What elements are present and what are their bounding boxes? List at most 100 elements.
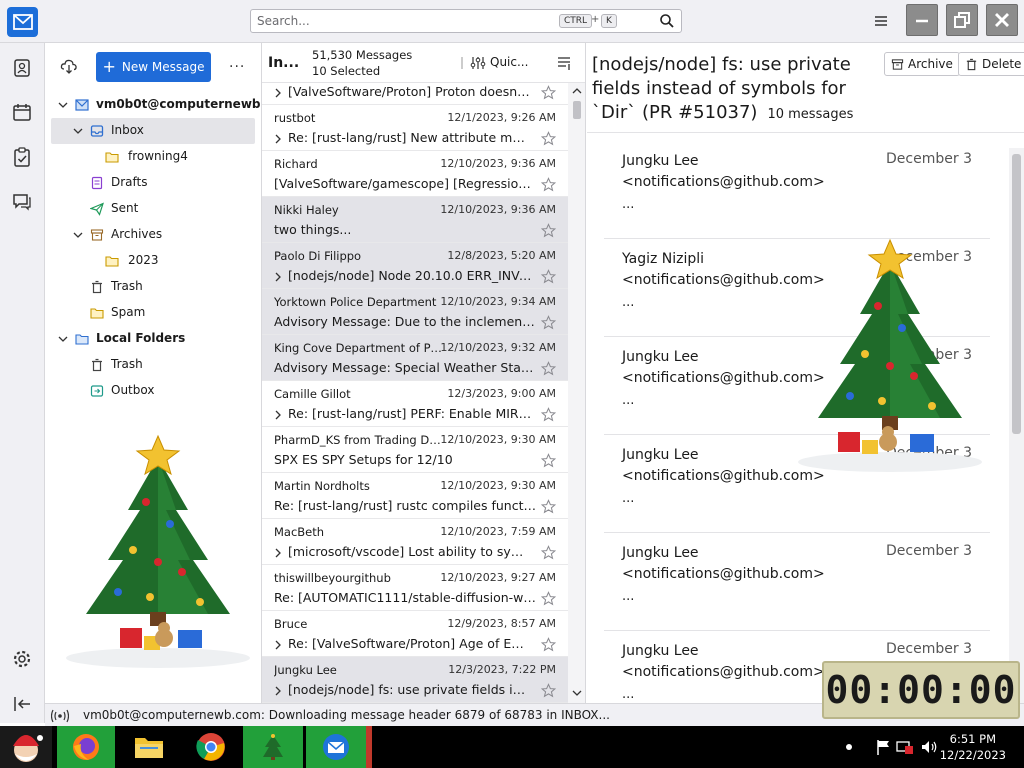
star-icon[interactable] <box>541 361 556 376</box>
chevron-right-icon[interactable] <box>274 686 282 696</box>
countdown-timer-widget[interactable]: 00:00:00 <box>822 661 1020 719</box>
chevron-right-icon[interactable] <box>274 88 282 98</box>
thread-row[interactable]: PharmD_KS from Trading Dog... 12/10/2023,… <box>262 427 568 473</box>
address-book-icon[interactable] <box>11 57 33 79</box>
taskbar-chrome[interactable] <box>190 726 232 768</box>
folder-drafts[interactable]: Drafts <box>51 170 255 196</box>
collapse-sidebar-icon[interactable] <box>11 693 33 715</box>
online-status-icon[interactable] <box>51 709 69 723</box>
close-button[interactable] <box>986 4 1018 36</box>
star-icon[interactable] <box>541 545 556 560</box>
folder-pane-more-button[interactable]: ... <box>229 55 245 71</box>
folder-sent[interactable]: Sent <box>51 196 255 222</box>
star-icon[interactable] <box>541 453 556 468</box>
chevron-right-icon[interactable] <box>274 640 282 650</box>
get-messages-icon[interactable] <box>60 57 78 75</box>
chevron-right-icon[interactable] <box>274 548 282 558</box>
trash-icon <box>92 358 102 372</box>
thread-row[interactable]: Nikki Haley 12/10/2023, 9:36 AM two things… <box>262 197 568 243</box>
chevron-down-icon[interactable] <box>73 230 83 240</box>
network-tray-icon[interactable] <box>895 738 915 756</box>
tasks-icon[interactable] <box>11 146 33 168</box>
quick-filter-icon[interactable] <box>470 55 486 71</box>
quick-filter-button[interactable]: Quic... <box>490 55 528 69</box>
folder-icon <box>105 256 119 267</box>
app-menu-icon[interactable] <box>872 12 890 30</box>
star-icon[interactable] <box>541 637 556 652</box>
restore-button[interactable] <box>946 4 978 36</box>
thread-row[interactable]: MacBeth 12/10/2023, 7:59 AM [microsoft/vsc… <box>262 519 568 565</box>
star-icon[interactable] <box>541 85 556 100</box>
star-icon[interactable] <box>541 683 556 698</box>
mail-app-icon[interactable] <box>7 7 38 37</box>
scroll-down-icon[interactable] <box>572 689 582 697</box>
notification-dot-icon[interactable] <box>845 743 853 751</box>
message-scrollbar[interactable] <box>1009 148 1024 703</box>
start-button[interactable] <box>0 726 52 768</box>
taskbar-firefox[interactable] <box>57 726 115 768</box>
folder-local-trash[interactable]: Trash <box>51 352 255 378</box>
star-icon[interactable] <box>541 269 556 284</box>
message-card[interactable]: Jungku Lee <notifications@github.com> Dece… <box>604 533 990 631</box>
thread-scrollbar[interactable] <box>568 83 585 703</box>
taskbar-thunderbird[interactable] <box>306 726 366 768</box>
chevron-down-icon[interactable] <box>58 100 68 110</box>
thread-row[interactable]: Bruce 12/9/2023, 8:57 AM Re: [ValveSoftwar… <box>262 611 568 657</box>
row-subject: Re: [rust-lang/rust] rustc compiles func… <box>274 498 536 513</box>
folder-frowning4[interactable]: frowning4 <box>51 144 255 170</box>
chat-icon[interactable] <box>11 190 33 212</box>
thread-row[interactable]: Martin Nordholts 12/10/2023, 9:30 AM Re: [… <box>262 473 568 519</box>
folder-outbox[interactable]: Outbox <box>51 378 255 404</box>
chevron-right-icon[interactable] <box>274 410 282 420</box>
folder-trash[interactable]: Trash <box>51 274 255 300</box>
star-icon[interactable] <box>541 407 556 422</box>
minimize-button[interactable] <box>906 4 938 36</box>
selected-count: 10 Selected <box>312 64 381 78</box>
taskbar-tree-app[interactable] <box>243 726 303 768</box>
chevron-right-icon[interactable] <box>274 272 282 282</box>
settings-gear-icon[interactable] <box>11 648 33 670</box>
thread-row[interactable]: King Cove Department of Publ... 12/10/202… <box>262 335 568 381</box>
calendar-icon[interactable] <box>11 101 33 123</box>
thread-row[interactable]: Camille Gillot 12/3/2023, 9:00 AM Re: [rus… <box>262 381 568 427</box>
system-clock[interactable]: 6:51 PM 12/22/2023 <box>940 731 1006 763</box>
new-message-button[interactable]: + New Message <box>96 52 211 82</box>
taskbar-file-explorer[interactable] <box>130 726 168 768</box>
local-folders-row[interactable]: Local Folders <box>51 326 255 352</box>
thread-row[interactable]: [ValveSoftware/Proton] Proton doesn't w.… <box>262 79 568 105</box>
star-icon[interactable] <box>541 131 556 146</box>
search-icon[interactable] <box>659 13 675 29</box>
message-card[interactable]: Jungku Lee <notifications@github.com> Dece… <box>604 141 990 239</box>
flag-tray-icon[interactable] <box>875 738 893 756</box>
volume-icon[interactable] <box>920 738 938 756</box>
title-bar: Search... CTRL + K <box>0 0 1024 43</box>
thread-row[interactable]: Richard 12/10/2023, 9:36 AM [ValveSoftware… <box>262 151 568 197</box>
chevron-down-icon[interactable] <box>73 126 83 136</box>
star-icon[interactable] <box>541 591 556 606</box>
display-options-icon[interactable] <box>556 55 572 71</box>
folder-spam[interactable]: Spam <box>51 300 255 326</box>
archive-button[interactable]: Archive <box>884 52 960 76</box>
thread-row[interactable]: Paolo Di Filippo 12/8/2023, 5:20 AM [nodej… <box>262 243 568 289</box>
scroll-thumb[interactable] <box>573 101 581 119</box>
account-mail-icon <box>75 99 89 111</box>
star-icon[interactable] <box>541 499 556 514</box>
star-icon[interactable] <box>541 315 556 330</box>
folder-2023[interactable]: 2023 <box>51 248 255 274</box>
account-row[interactable]: vm0b0t@computernewb... <box>51 92 261 118</box>
thread-row[interactable]: rustbot 12/1/2023, 9:26 AM Re: [rust-lang/… <box>262 105 568 151</box>
scroll-up-icon[interactable] <box>572 87 582 95</box>
thread-row[interactable]: thiswillbeyourgithub 12/10/2023, 9:27 AM R… <box>262 565 568 611</box>
folder-inbox[interactable]: Inbox <box>51 118 255 144</box>
chevron-down-icon[interactable] <box>58 334 68 344</box>
folder-archives[interactable]: Archives <box>51 222 255 248</box>
star-icon[interactable] <box>541 223 556 238</box>
search-input[interactable]: Search... CTRL + K <box>250 9 682 33</box>
row-date: 12/10/2023, 9:36 AM <box>440 203 556 216</box>
thread-row[interactable]: Yorktown Police Department 12/10/2023, 9:… <box>262 289 568 335</box>
chevron-right-icon[interactable] <box>274 134 282 144</box>
star-icon[interactable] <box>541 177 556 192</box>
delete-button[interactable]: Delete <box>958 52 1024 76</box>
thread-row[interactable]: Jungku Lee 12/3/2023, 7:22 PM [nodejs/node… <box>262 657 568 703</box>
scroll-thumb[interactable] <box>1012 154 1021 434</box>
